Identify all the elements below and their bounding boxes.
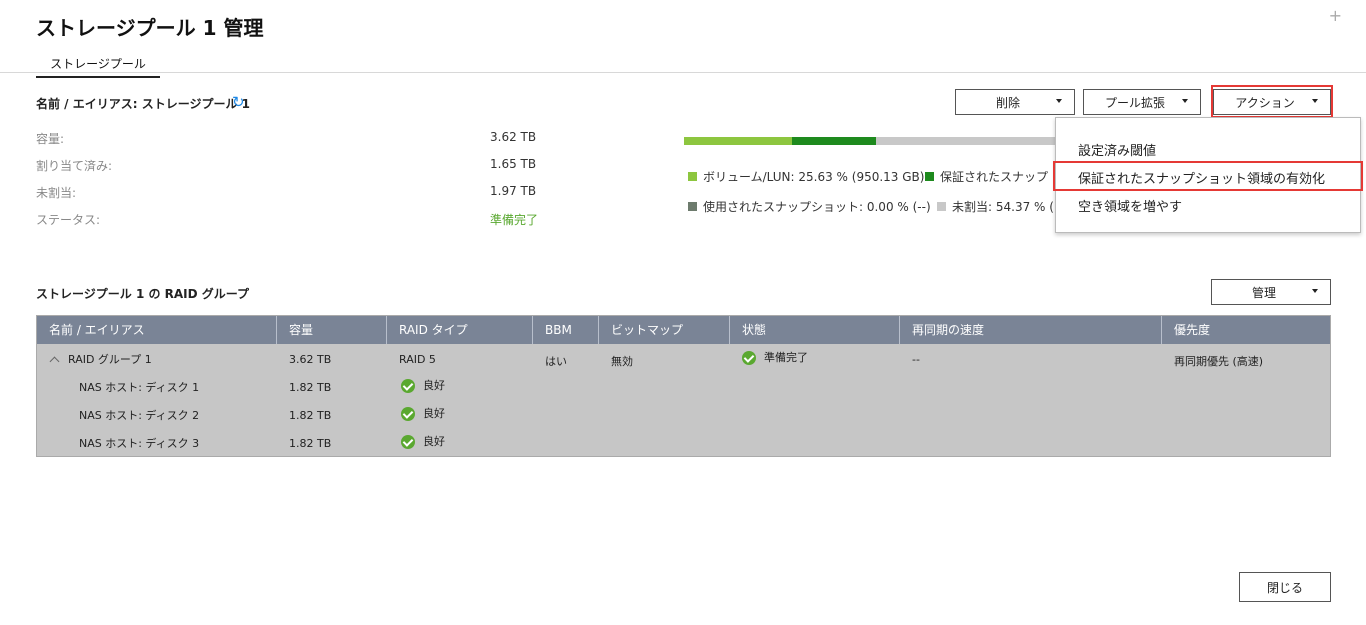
raid-group-resync: -- xyxy=(912,353,920,366)
raid-group-name[interactable]: RAID グループ 1 xyxy=(49,351,152,367)
menu-item-increase-free-space[interactable]: 空き領域を増やす xyxy=(1078,196,1182,215)
disk-status-text: 良好 xyxy=(423,379,445,392)
capacity-value: 3.62 TB xyxy=(490,130,537,144)
close-icon[interactable]: + xyxy=(1329,6,1342,25)
raid-section-title: ストレージプール 1 の RAID グループ xyxy=(36,287,250,301)
caret-down-icon xyxy=(1182,99,1188,103)
raid-table: 名前 / エイリアス 容量 RAID タイプ BBM ビットマップ 状態 再同期… xyxy=(36,315,1331,457)
action-button-highlight xyxy=(1211,85,1333,118)
disk-capacity: 1.82 TB xyxy=(289,381,332,394)
page-title: ストレージプール 1 管理 xyxy=(36,16,264,40)
check-circle-icon xyxy=(401,379,415,393)
delete-button-label: 削除 xyxy=(995,95,1020,110)
legend-swatch xyxy=(688,202,697,211)
expand-pool-button[interactable]: プール拡張 xyxy=(1083,89,1201,115)
column-capacity[interactable]: 容量 xyxy=(277,316,387,344)
column-resync-speed[interactable]: 再同期の速度 xyxy=(900,316,1162,344)
disk-name: NAS ホスト: ディスク 2 xyxy=(79,409,200,422)
raid-group-capacity: 3.62 TB xyxy=(289,353,332,366)
raid-group-status-text: 準備完了 xyxy=(764,351,808,364)
legend-swatch xyxy=(925,172,934,181)
raid-group-bbm: はい xyxy=(545,355,567,368)
caret-down-icon xyxy=(1056,99,1062,103)
legend-text: 保証されたスナップ xyxy=(940,170,1049,184)
check-circle-icon xyxy=(742,351,756,365)
column-raid-type[interactable]: RAID タイプ xyxy=(387,316,533,344)
column-bbm[interactable]: BBM xyxy=(533,316,599,344)
menu-item-threshold[interactable]: 設定済み閾値 xyxy=(1078,140,1156,159)
unallocated-value: 1.97 TB xyxy=(490,184,537,198)
allocated-value: 1.65 TB xyxy=(490,157,537,171)
chevron-up-icon[interactable] xyxy=(49,356,60,367)
disk-status-text: 良好 xyxy=(423,435,445,448)
allocated-label: 割り当て済み: xyxy=(36,159,113,173)
disk-status-text: 良好 xyxy=(423,407,445,420)
disk-status: 良好 xyxy=(401,405,445,421)
caret-down-icon xyxy=(1312,289,1318,293)
pool-name-label: 名前 / エイリアス: ストレージプール 1 xyxy=(36,97,251,111)
raid-group-priority: 再同期優先 (高速) xyxy=(1174,355,1264,368)
menu-item-highlight xyxy=(1053,161,1363,191)
legend-guaranteed-snapshot: 保証されたスナップ xyxy=(925,168,1048,185)
raid-table-header: 名前 / エイリアス 容量 RAID タイプ BBM ビットマップ 状態 再同期… xyxy=(37,316,1330,344)
disk-capacity: 1.82 TB xyxy=(289,409,332,422)
capacity-label: 容量: xyxy=(36,132,65,146)
manage-button-label: 管理 xyxy=(1251,285,1276,300)
unallocated-label: 未割当: xyxy=(36,186,77,200)
disk-name: NAS ホスト: ディスク 3 xyxy=(79,437,200,450)
raid-group-status: 準備完了 xyxy=(742,349,808,365)
legend-volume: ボリューム/LUN: 25.63 % (950.13 GB) xyxy=(688,168,924,185)
delete-button[interactable]: 削除 xyxy=(955,89,1075,115)
check-circle-icon xyxy=(401,407,415,421)
status-value: 準備完了 xyxy=(490,213,539,227)
column-bitmap[interactable]: ビットマップ xyxy=(599,316,730,344)
legend-used-snapshot: 使用されたスナップショット: 0.00 % (--) xyxy=(688,198,931,215)
disk-capacity: 1.82 TB xyxy=(289,437,332,450)
legend-swatch xyxy=(688,172,697,181)
close-button[interactable]: 閉じる xyxy=(1239,572,1331,602)
legend-text: 使用されたスナップショット: 0.00 % (--) xyxy=(703,200,931,214)
manage-button[interactable]: 管理 xyxy=(1211,279,1331,305)
column-priority[interactable]: 優先度 xyxy=(1162,316,1330,344)
column-name[interactable]: 名前 / エイリアス xyxy=(37,316,277,344)
usage-bar xyxy=(684,137,1104,145)
disk-status: 良好 xyxy=(401,433,445,449)
disk-name: NAS ホスト: ディスク 1 xyxy=(79,381,200,394)
raid-group-bitmap: 無効 xyxy=(611,355,633,368)
disk-status: 良好 xyxy=(401,377,445,393)
tab-storage-pool[interactable]: ストレージプール xyxy=(36,55,160,78)
expand-pool-button-label: プール拡張 xyxy=(1104,95,1165,110)
legend-swatch xyxy=(937,202,946,211)
close-button-label: 閉じる xyxy=(1266,580,1303,595)
usage-segment-volume xyxy=(684,137,792,145)
legend-text: ボリューム/LUN: 25.63 % (950.13 GB) xyxy=(703,170,925,184)
status-label: ステータス: xyxy=(36,213,101,227)
check-circle-icon xyxy=(401,435,415,449)
tab-divider xyxy=(0,72,1366,73)
usage-segment-guaranteed-snapshot xyxy=(792,137,876,145)
refresh-icon[interactable]: ↻ xyxy=(232,93,245,111)
raid-group-name-text: RAID グループ 1 xyxy=(68,353,152,366)
raid-group-type: RAID 5 xyxy=(399,353,436,366)
legend-unallocated: 未割当: 54.37 % (1.9 xyxy=(937,198,1073,215)
column-status[interactable]: 状態 xyxy=(730,316,900,344)
